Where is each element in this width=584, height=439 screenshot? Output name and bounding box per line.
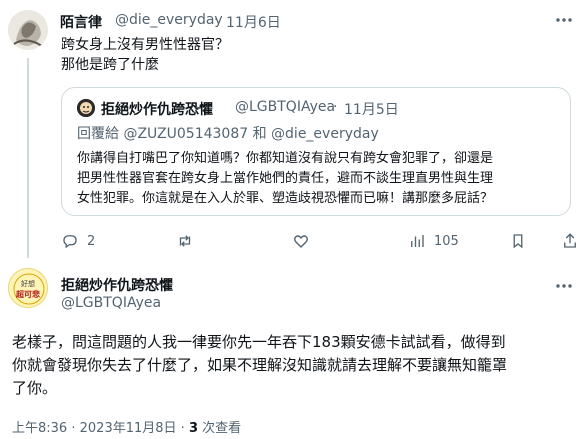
main-tweet-date[interactable]: 2023年11月8日 bbox=[80, 421, 177, 436]
reply-author-avatar[interactable] bbox=[8, 10, 48, 50]
quoted-author-name[interactable]: 拒絕炒作仇跨恐懼 bbox=[101, 99, 213, 119]
reply-to-prefix: 回覆給 bbox=[77, 126, 119, 142]
thread-connector-line bbox=[27, 58, 29, 258]
reply-tweet-date[interactable]: 11月6日 bbox=[226, 12, 281, 32]
quoted-reply-to-line: 回覆給 @ZUZU05143087 和 @die_everyday bbox=[77, 123, 379, 143]
reply-to-and: 和 bbox=[252, 126, 267, 142]
reply-author-name[interactable]: 陌言律 bbox=[60, 12, 102, 32]
share-icon bbox=[564, 233, 576, 248]
reply-to-user-2[interactable]: @die_everyday bbox=[271, 126, 379, 142]
avatar-text-top: 好想 bbox=[21, 280, 35, 288]
main-author-name[interactable]: 拒絕炒作仇跨恐懼 bbox=[61, 275, 173, 295]
main-tweet-separator-1: · bbox=[71, 421, 76, 436]
quoted-author-handle[interactable]: @LGBTQIAyea bbox=[235, 99, 335, 115]
heart-icon bbox=[294, 235, 308, 248]
reply-action[interactable]: 2 bbox=[61, 232, 95, 250]
retweet-icon bbox=[179, 235, 191, 247]
main-tweet-line-3: 了你。 bbox=[12, 379, 58, 397]
reply-to-user-1[interactable]: @ZUZU05143087 bbox=[123, 126, 248, 142]
main-tweet-views-label: 次查看 bbox=[202, 421, 242, 436]
bookmark-icon bbox=[513, 234, 523, 249]
views-chart-icon bbox=[411, 235, 424, 247]
reply-count: 2 bbox=[87, 233, 96, 249]
avatar-portrait-icon bbox=[8, 10, 48, 50]
main-more-options-icon[interactable] bbox=[553, 276, 575, 296]
reply-tweet-line-2: 那他是跨了什麼 bbox=[61, 57, 159, 73]
views-count: 105 bbox=[434, 233, 459, 249]
quoted-tweet-line-2: 把男性性器官套在跨女身上當作她們的責任，避而不談生理直男性與生理 bbox=[77, 171, 494, 186]
main-tweet-timestamp-row: 上午8:36 · 2023年11月8日 · 3 次查看 bbox=[12, 417, 241, 436]
main-tweet-separator-2: · bbox=[180, 421, 185, 436]
quoted-tweet-line-1: 你講得自打嘴巴了你知道嗎？你都知道沒有說只有跨女會犯罪了，卻還是 bbox=[77, 151, 494, 166]
share-action[interactable] bbox=[561, 232, 579, 250]
main-author-avatar[interactable]: 好想 超可悲 bbox=[8, 268, 48, 308]
reply-tweet-line-1: 跨女身上沒有男性性器官？ bbox=[61, 37, 229, 53]
like-action[interactable] bbox=[292, 232, 318, 250]
reply-author-handle[interactable]: @die_everyday bbox=[115, 12, 223, 28]
comment-icon bbox=[63, 235, 77, 249]
reply-actions-bar: 2 105 bbox=[61, 232, 581, 252]
main-tweet-line-1: 老樣子，問這問題的人我一律要你先一年吞下183顆安德卡試試看，做得到 bbox=[12, 333, 506, 351]
quoted-tweet-line-3: 女性犯罪。你這就是在入人於罪、塑造歧視恐懼而已嘛！講那麼多屁話？ bbox=[77, 191, 494, 206]
quoted-tweet-date[interactable]: 11月5日 bbox=[344, 99, 399, 119]
main-tweet-time[interactable]: 上午8:36 bbox=[12, 421, 67, 436]
reply-meta-separator: · bbox=[214, 12, 219, 28]
quoted-meta-separator: · bbox=[333, 99, 338, 115]
main-author-handle[interactable]: @LGBTQIAyea bbox=[61, 295, 161, 311]
avatar-text-mid: 超可悲 bbox=[16, 290, 40, 299]
views-action[interactable]: 105 bbox=[408, 232, 459, 250]
quoted-author-avatar[interactable] bbox=[77, 99, 95, 117]
more-options-icon[interactable] bbox=[553, 10, 575, 30]
bookmark-action[interactable] bbox=[509, 232, 527, 250]
retweet-action[interactable] bbox=[176, 232, 202, 250]
main-tweet-line-2: 你就會發現你失去了什麼了，如果不理解沒知識就請去理解不要讓無知籠罩 bbox=[12, 356, 508, 374]
avatar-cartoon-icon bbox=[77, 99, 95, 117]
main-tweet-views-count: 3 bbox=[188, 421, 198, 436]
